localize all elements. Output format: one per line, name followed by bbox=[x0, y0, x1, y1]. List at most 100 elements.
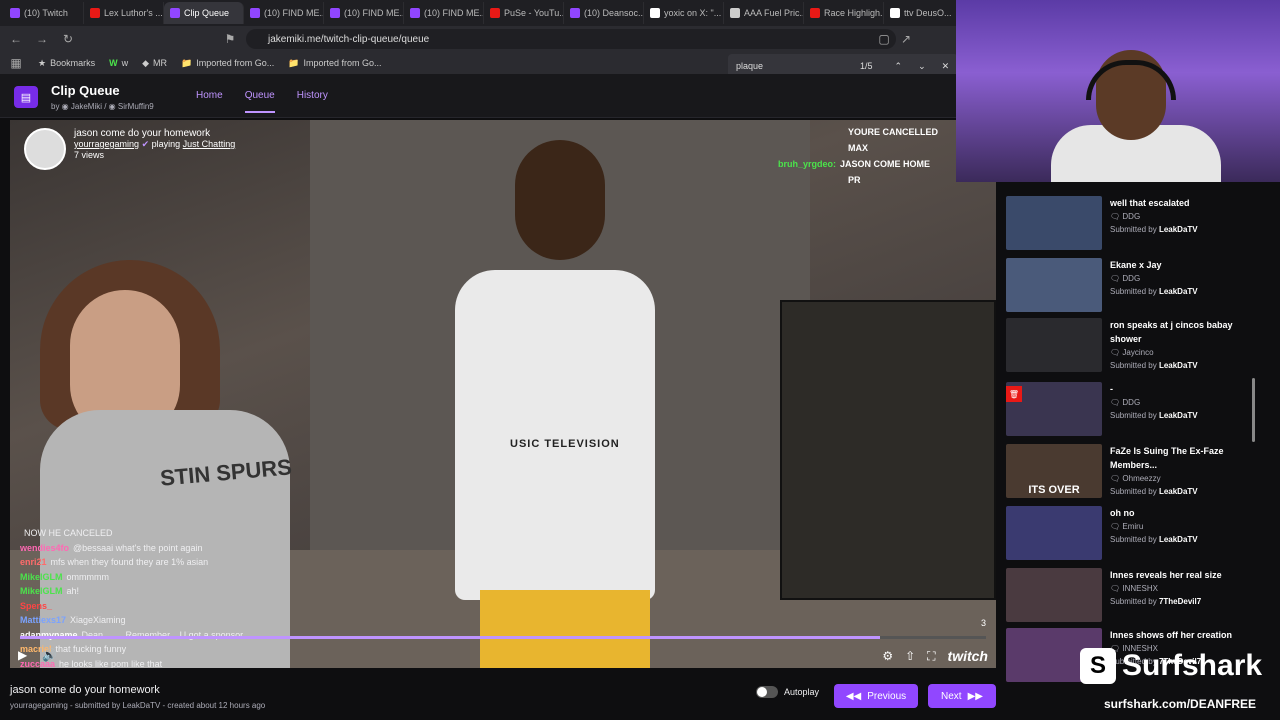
browser-tab[interactable]: Race Highligh... bbox=[804, 2, 884, 24]
autoplay-label: Autoplay bbox=[784, 687, 820, 697]
chat-line: YOURE CANCELLED bbox=[764, 124, 974, 140]
tab-label: (10) FIND ME... bbox=[264, 8, 324, 18]
tab-favicon-icon bbox=[170, 8, 180, 18]
channel-icon: 🗨 bbox=[1110, 474, 1123, 483]
tab-label: PuSe - YouTu... bbox=[504, 8, 564, 18]
bookmark-item[interactable]: ★ Bookmarks bbox=[38, 58, 95, 69]
chat-line: PR bbox=[764, 172, 974, 188]
back-icon[interactable]: ← bbox=[8, 31, 24, 47]
forward-icon[interactable]: → bbox=[34, 31, 50, 47]
chat-message: MAX bbox=[848, 143, 868, 153]
video-terrarium bbox=[780, 300, 996, 600]
browser-tab[interactable]: (10) Deansoc... bbox=[564, 2, 644, 24]
find-prev-icon[interactable]: ⌃ bbox=[895, 61, 903, 72]
queue-thumbnail[interactable] bbox=[1006, 506, 1102, 560]
nav-queue[interactable]: Queue bbox=[244, 90, 275, 113]
queue-item-title: Innes reveals her real size bbox=[1110, 570, 1222, 580]
queue-thumbnail[interactable]: 🗑 bbox=[1006, 382, 1102, 436]
queue-item-info: ron speaks at j cincos babay shower 🗨 Jay… bbox=[1110, 318, 1258, 374]
browser-tab[interactable]: AAA Fuel Pric... bbox=[724, 2, 804, 24]
queue-item-submitter: Submitted by 7TheDevil7 bbox=[1110, 597, 1202, 606]
apps-grid-icon[interactable]: ▦ bbox=[8, 55, 24, 71]
queue-item[interactable]: 🗑 - 🗨 DDG Submitted by LeakDaTV bbox=[1006, 382, 1258, 438]
channel-link[interactable]: yourragegaming bbox=[74, 139, 139, 149]
queue-thumbnail[interactable] bbox=[1006, 258, 1102, 312]
volume-icon[interactable]: 🔊 bbox=[42, 648, 57, 662]
pip-icon[interactable]: ▢ bbox=[876, 31, 892, 47]
browser-tab[interactable]: yoxic on X: "... bbox=[644, 2, 724, 24]
share-icon[interactable]: ↗ bbox=[898, 31, 914, 47]
find-next-icon[interactable]: ⌄ bbox=[918, 61, 926, 72]
bookmark-item[interactable]: Ww bbox=[109, 58, 128, 68]
browser-tab[interactable]: Lex Luthor's ... bbox=[84, 2, 164, 24]
share-icon[interactable]: ⇧ bbox=[905, 649, 915, 663]
sponsor-name: Surfshark bbox=[1122, 649, 1263, 682]
play-icon[interactable]: ▶ bbox=[18, 648, 27, 662]
chat-line: Mattiexs17 XiageXiaming bbox=[20, 613, 290, 628]
tab-label: (10) Deansoc... bbox=[584, 8, 644, 18]
find-input[interactable]: plaque bbox=[736, 61, 856, 71]
queue-item-channel: 🗨 DDG bbox=[1110, 212, 1141, 221]
autoplay-control[interactable]: Autoplay bbox=[756, 686, 819, 698]
tab-favicon-icon bbox=[650, 8, 660, 18]
find-close-icon[interactable]: ✕ bbox=[942, 61, 950, 72]
tab-label: ttv DeusO... bbox=[904, 8, 952, 18]
tab-favicon-icon bbox=[90, 8, 100, 18]
delete-icon[interactable]: 🗑 bbox=[1006, 386, 1022, 402]
queue-item[interactable]: ron speaks at j cincos babay shower 🗨 Jay… bbox=[1006, 318, 1258, 374]
queue-item[interactable]: oh no 🗨 Emiru Submitted by LeakDaTV bbox=[1006, 506, 1258, 562]
queue-item[interactable]: Ekane x Jay 🗨 DDG Submitted by LeakDaTV bbox=[1006, 258, 1258, 314]
autoplay-toggle[interactable] bbox=[756, 686, 778, 698]
author-link[interactable]: JakeMiki bbox=[71, 102, 102, 111]
author-link[interactable]: SirMuffin9 bbox=[118, 102, 154, 111]
queue-item[interactable]: ITS OVER FaZe Is Suing The Ex-Faze Member… bbox=[1006, 444, 1258, 500]
footer-clip-meta: yourragegaming - submitted by LeakDaTV -… bbox=[10, 701, 266, 710]
app-nav: Home Queue History bbox=[196, 90, 328, 113]
settings-icon[interactable]: ⚙ bbox=[882, 649, 893, 663]
browser-tab[interactable]: (10) Twitch bbox=[4, 2, 84, 24]
fullscreen-icon[interactable]: ⛶ bbox=[927, 649, 935, 664]
browser-tab[interactable]: (10) FIND ME... bbox=[404, 2, 484, 24]
browser-tab[interactable]: ttv DeusO... bbox=[884, 2, 964, 24]
bookmark-folder[interactable]: 📁 Imported from Go... bbox=[181, 58, 274, 69]
queue-thumbnail[interactable] bbox=[1006, 568, 1102, 622]
nav-history[interactable]: History bbox=[297, 90, 328, 113]
previous-button[interactable]: ◀◀ Previous bbox=[834, 684, 918, 708]
queue-item[interactable]: well that escalated 🗨 DDG Submitted by Lea… bbox=[1006, 196, 1258, 252]
queue-thumbnail[interactable] bbox=[1006, 196, 1102, 250]
bookmark-icon[interactable]: ⚑ bbox=[222, 31, 238, 47]
queue-item[interactable]: Innes reveals her real size 🗨 INNESHX Subm… bbox=[1006, 568, 1258, 624]
browser-tab[interactable]: PuSe - YouTu... bbox=[484, 2, 564, 24]
chat-message: XiageXiaming bbox=[70, 615, 126, 625]
chat-message: that fucking funny bbox=[55, 644, 127, 654]
browser-tab[interactable]: (10) FIND ME... bbox=[244, 2, 324, 24]
bookmark-folder[interactable]: 📁 Imported from Go... bbox=[288, 58, 381, 69]
video-progress-bar[interactable] bbox=[20, 636, 986, 639]
queue-item-submitter: Submitted by LeakDaTV bbox=[1110, 361, 1198, 370]
chat-username: Spens_ bbox=[20, 600, 53, 611]
nav-home[interactable]: Home bbox=[196, 90, 223, 113]
channel-icon: 🗨 bbox=[1110, 522, 1123, 531]
queue-item-title: FaZe Is Suing The Ex-Faze Members... bbox=[1110, 446, 1224, 470]
browser-tab[interactable]: (10) FIND ME... bbox=[324, 2, 404, 24]
queue-thumbnail[interactable]: ITS OVER bbox=[1006, 444, 1102, 498]
url-input[interactable]: jakemiki.me/twitch-clip-queue/queue bbox=[246, 29, 896, 49]
game-link[interactable]: Just Chatting bbox=[183, 139, 236, 149]
chat-line: bruh_yrgdeo: JASON COME HOME bbox=[764, 156, 974, 172]
queue-scrollbar[interactable] bbox=[1252, 378, 1255, 442]
chat-line: enri21 mfs when they found they are 1% as… bbox=[20, 555, 290, 570]
chat-message: ah! bbox=[66, 586, 80, 596]
next-button[interactable]: Next ▶▶ bbox=[928, 684, 996, 708]
video-player[interactable]: USIC TELEVISION STIN SPURS jason come do… bbox=[10, 120, 996, 668]
queue-item-info: Ekane x Jay 🗨 DDG Submitted by LeakDaTV bbox=[1110, 258, 1198, 314]
reload-icon[interactable]: ↻ bbox=[60, 31, 76, 47]
browser-tab[interactable]: Clip Queue bbox=[164, 2, 244, 24]
bookmark-item[interactable]: ◆ MR bbox=[142, 58, 167, 69]
queue-thumbnail[interactable] bbox=[1006, 318, 1102, 372]
channel-avatar[interactable] bbox=[24, 128, 66, 170]
chat-message: @bessaai what's the point again bbox=[73, 542, 203, 553]
tab-label: AAA Fuel Pric... bbox=[744, 8, 804, 18]
clip-channel-line: yourragegaming ✔ playing Just Chatting bbox=[74, 139, 236, 149]
twitch-logo-icon[interactable]: twitch bbox=[948, 648, 988, 664]
chat-message: ommmmm bbox=[66, 571, 110, 582]
